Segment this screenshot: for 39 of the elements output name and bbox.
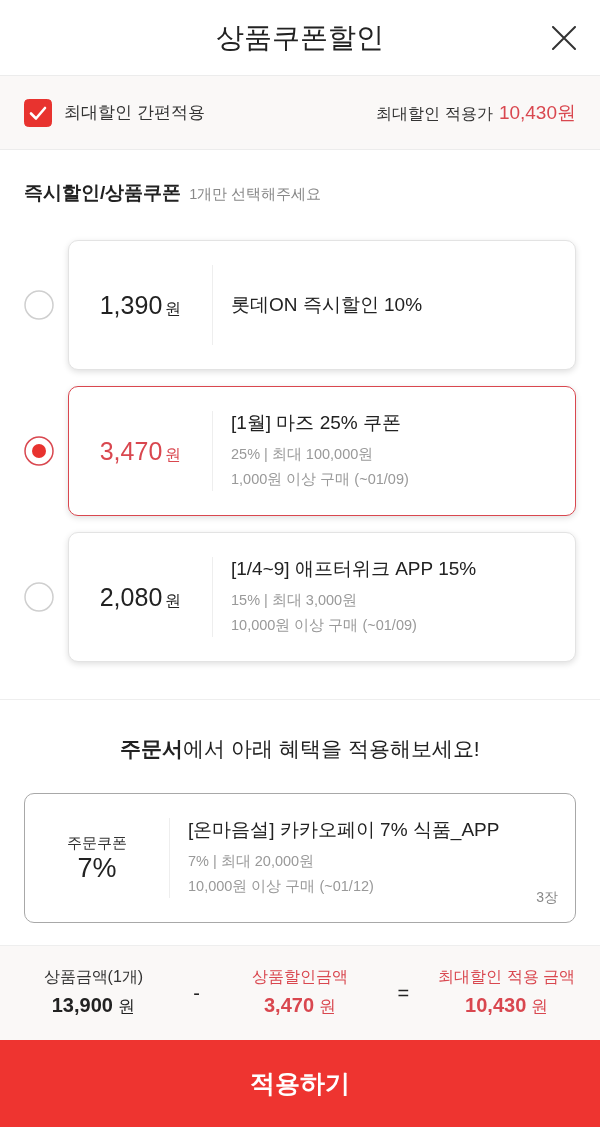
close-icon[interactable]	[552, 25, 576, 50]
summary-label: 상품금액(1개)	[43, 967, 144, 987]
operator-sign: -	[192, 981, 201, 1005]
apply-button[interactable]: 적용하기	[0, 1040, 600, 1127]
summary-amount: 13,900 원	[51, 993, 135, 1018]
summary-amount: 10,430 원	[465, 993, 549, 1018]
section-title: 즉시할인/상품쿠폰	[24, 181, 182, 205]
coupon-detail: 25% | 최대 100,000원	[231, 445, 375, 464]
coupon-card[interactable]: 주문쿠폰 7% [온마음설] 카카오페이 7% 식품_APP 7% | 최대 20,000원 10,000원 이상 구매 (~01/12) 3장	[24, 793, 576, 923]
coupon-detail: 15% | 최대 3,000원	[231, 591, 359, 610]
checkbox[interactable]	[24, 98, 52, 127]
coupon-title: 롯데ON 즉시할인 10%	[231, 293, 424, 317]
coupon-detail: 10,000원 이상 구매 (~01/12)	[188, 877, 375, 896]
coupon-title: [1월] 마즈 25% 쿠폰	[231, 411, 402, 435]
price-value: 10,430원	[498, 100, 576, 125]
checkbox-label: 최대할인 간편적용	[64, 102, 205, 124]
page-title: 상품쿠폰할인	[216, 20, 384, 55]
coupon-title: [1/4~9] 애프터위크 APP 15%	[231, 557, 478, 581]
promo-heading: 주문서에서 아래 혜택을 적용해보세요!	[119, 736, 481, 762]
summary-label: 최대할인 적용 금액	[438, 967, 576, 987]
coupon-title: [온마음설] 카카오페이 7% 식품_APP	[188, 818, 501, 843]
price-label: 최대할인 적용가	[376, 103, 493, 124]
coupon-count: 3장	[536, 889, 558, 907]
coupon-card[interactable]: 1,390 원 롯데ON 즉시할인 10%	[68, 240, 576, 370]
coupon-detail: 1,000원 이상 구매 (~01/09)	[231, 470, 410, 489]
discount-amount: 2,080 원	[99, 582, 182, 612]
summary-label: 상품할인금액	[252, 967, 348, 987]
coupon-card[interactable]: 2,080 원 [1/4~9] 애프터위크 APP 15% 15% | 최대 3,000원 10,000원 이상 구매 (~01/09)	[68, 532, 576, 662]
coupon-card[interactable]: 3,470 원 [1월] 마즈 25% 쿠폰 25% | 최대 100,000원 1,000원 이상 구매 (~01/09)	[68, 386, 576, 516]
coupon-detail: 10,000원 이상 구매 (~01/09)	[231, 616, 418, 635]
discount-amount: 3,470 원	[99, 436, 182, 466]
section-hint: 1개만 선택해주세요	[189, 185, 322, 204]
coupon-type: 주문쿠폰	[67, 833, 127, 853]
discount-amount: 1,390 원	[99, 290, 182, 320]
coupon-rate: 7%	[77, 853, 117, 883]
summary-amount: 3,470 원	[263, 993, 336, 1018]
operator-sign: =	[396, 981, 411, 1005]
coupon-detail: 7% | 최대 20,000원	[188, 852, 316, 871]
radio-button[interactable]	[24, 436, 54, 466]
